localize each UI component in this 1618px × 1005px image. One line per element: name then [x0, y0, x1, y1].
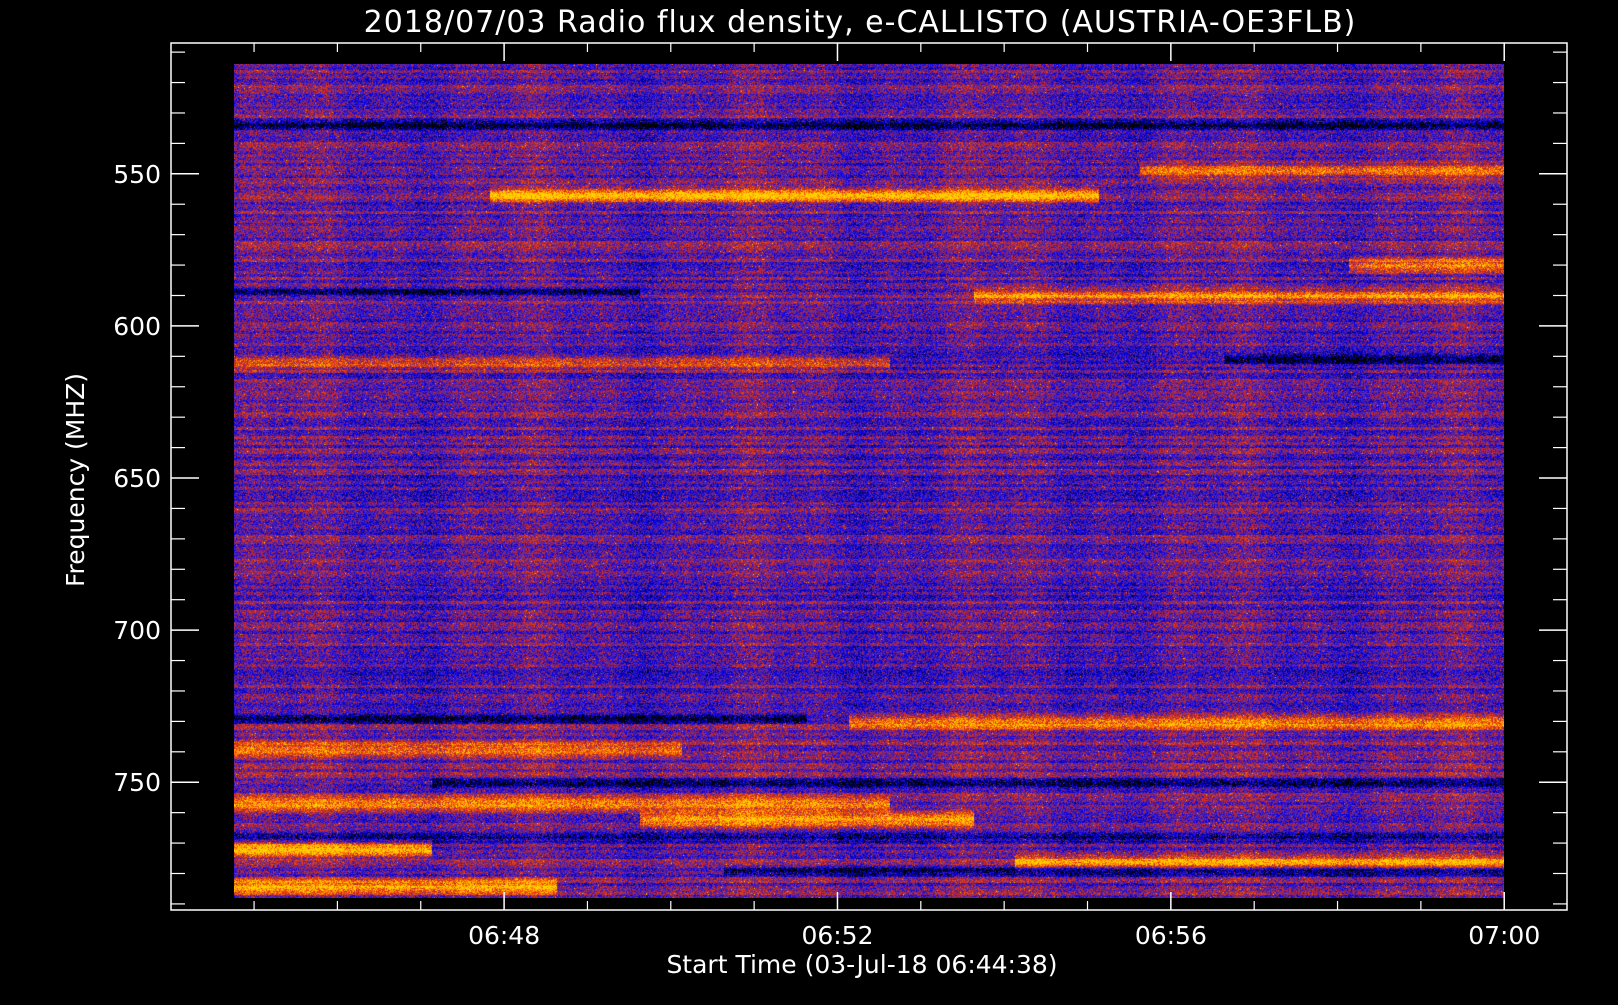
y-tick-label: 650 — [113, 464, 161, 493]
x-axis-label: Start Time (03-Jul-18 06:44:38) — [666, 950, 1057, 979]
y-tick-label: 550 — [113, 160, 161, 189]
chart-title: 2018/07/03 Radio flux density, e-CALLIST… — [364, 5, 1357, 40]
spectrogram-figure: 2018/07/03 Radio flux density, e-CALLIST… — [0, 0, 1618, 1000]
y-axis-label: Frequency (MHZ) — [61, 373, 90, 587]
spectrogram-heatmap — [234, 64, 1504, 898]
heatmap-layer — [234, 64, 1504, 898]
x-tick-label: 06:56 — [1135, 921, 1207, 950]
x-tick-label: 07:00 — [1468, 921, 1540, 950]
spectrogram-chart: 2018/07/03 Radio flux density, e-CALLIST… — [0, 0, 1618, 1000]
y-tick-label: 600 — [113, 312, 161, 341]
x-tick-label: 06:48 — [468, 921, 540, 950]
y-tick-label: 750 — [113, 768, 161, 797]
y-tick-label: 700 — [113, 616, 161, 645]
x-tick-label: 06:52 — [801, 921, 873, 950]
